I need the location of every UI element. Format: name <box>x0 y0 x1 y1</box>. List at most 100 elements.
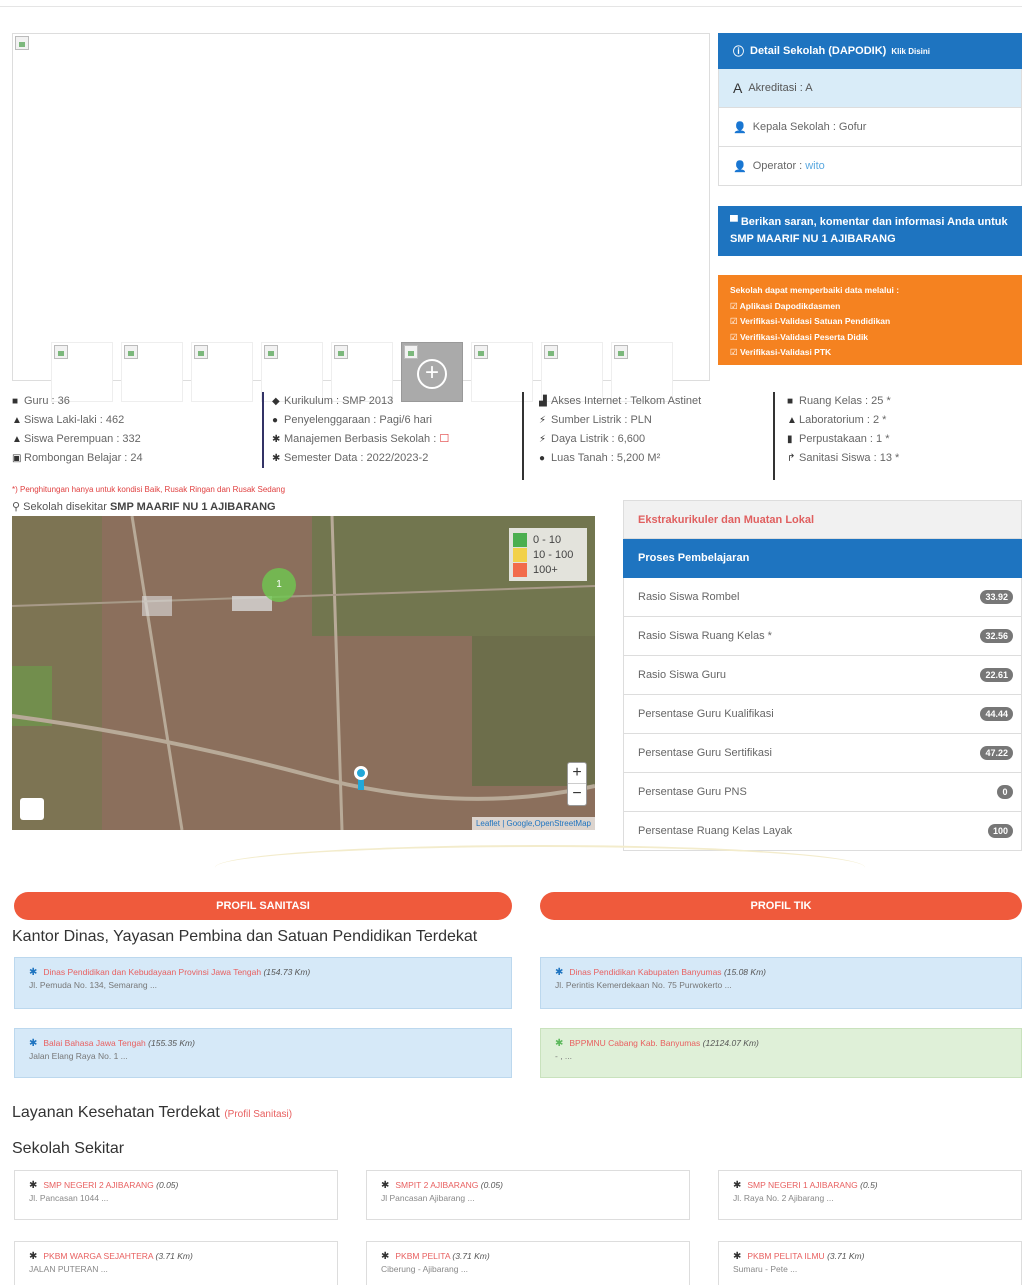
book-icon: ▮ <box>787 434 793 445</box>
gear-icon: ✱ <box>381 1251 390 1262</box>
process-row: Persentase Guru Kualifikasi 44.44 <box>623 695 1022 734</box>
distance: (3.71 Km) <box>452 1251 490 1261</box>
nearby-label-text: Sekolah disekitar <box>23 501 110 513</box>
akreditasi-item: A Akreditasi : A <box>718 69 1022 108</box>
stat-siswa-laki: ▲ Siswa Laki-laki : 462 <box>12 411 143 430</box>
legend-label: 0 - 10 <box>533 533 562 546</box>
school-link[interactable]: SMPIT 2 AJIBARANG <box>395 1180 478 1190</box>
kesehatan-title-text: Layanan Kesehatan Terdekat <box>12 1104 225 1121</box>
feedback-box[interactable]: ▀ Berikan saran, komentar dan informasi … <box>718 206 1022 256</box>
yayasan-card: ✱ BPPMNU Cabang Kab. Banyumas (12124.07 K… <box>540 1028 1022 1078</box>
shower-icon: ↱ <box>787 453 796 464</box>
school-cluster-marker[interactable]: 1 <box>262 568 296 602</box>
address: Jl. Perintis Kemerdekaan No. 75 Purwoker… <box>555 980 732 990</box>
checkbox-icon: ☐ <box>439 433 450 445</box>
bolt-icon: ⚡ <box>539 415 547 426</box>
globe-icon: ● <box>272 415 279 426</box>
legend-label: 10 - 100 <box>533 548 574 561</box>
update-info-item[interactable]: ☑ Verifikasi-Validasi Peserta Didik <box>730 330 1010 346</box>
process-row: Rasio Siswa Ruang Kelas * 32.56 <box>623 617 1022 656</box>
update-info-item[interactable]: ☑ Aplikasi Dapodikdasmen <box>730 299 1010 315</box>
map-attribution[interactable]: Leaflet | Google,OpenStreetMap <box>471 817 595 830</box>
process-label: Rasio Siswa Guru <box>638 669 727 681</box>
gear-icon: ✱ <box>272 434 281 445</box>
legend-item: 100+ <box>513 562 583 577</box>
kantor-link[interactable]: Dinas Pendidikan dan Kebudayaan Provinsi… <box>43 967 261 977</box>
legend-swatch <box>513 562 527 577</box>
zoom-plus-icon[interactable]: + <box>417 359 447 389</box>
operator-label: Operator : <box>752 160 803 172</box>
map-layer-button[interactable] <box>20 798 44 820</box>
school-location-pin-icon[interactable] <box>354 766 368 780</box>
kepala-sekolah-item: 👤 Kepala Sekolah : Gofur <box>718 108 1022 147</box>
stats-column-curriculum: ◆ Kurikulum : SMP 2013 ● Penyelenggaraan :… <box>262 392 449 468</box>
broken-image-icon <box>614 345 628 359</box>
gear-icon: ✱ <box>555 1038 564 1049</box>
gear-icon: ✱ <box>555 967 564 978</box>
main-photo-broken-icon <box>15 36 29 50</box>
profil-sanitasi-link[interactable]: (Profil Sanitasi) <box>224 1109 292 1120</box>
user-icon: 👤 <box>733 121 747 134</box>
stat-value: Perpustakaan : 1 * <box>799 433 890 445</box>
gear-icon: ✱ <box>29 1038 38 1049</box>
stat-value: Manajemen Berbasis Sekolah : <box>284 433 440 445</box>
proses-tab[interactable]: Proses Pembelajaran <box>623 539 1022 578</box>
graduation-cap-icon: ◆ <box>272 396 280 407</box>
yayasan-link[interactable]: BPPMNU Cabang Kab. Banyumas <box>569 1038 700 1048</box>
nearby-school-card: ✱ PKBM PELITA ILMU (3.71 Km) Sumaru - Pet… <box>718 1241 1022 1285</box>
process-row: Persentase Guru Sertifikasi 47.22 <box>623 734 1022 773</box>
address: Ciberung - Ajibarang ... <box>381 1264 468 1274</box>
dapodik-click-link[interactable]: Klik Disini <box>891 47 930 56</box>
profil-tik-button[interactable]: PROFIL TIK <box>540 892 1022 920</box>
stat-mbs: ✱ Manajemen Berbasis Sekolah : ☐ <box>272 430 449 449</box>
nearby-school-card: ✱ SMP NEGERI 2 AJIBARANG (0.05) Jl. Panca… <box>14 1170 338 1220</box>
address: Sumaru - Pete ... <box>733 1264 798 1274</box>
broken-image-icon <box>54 345 68 359</box>
stat-value: Ruang Kelas : 25 * <box>799 395 891 407</box>
school-link[interactable]: PKBM WARGA SEJAHTERA <box>43 1251 153 1261</box>
process-label: Persentase Ruang Kelas Layak <box>638 825 793 837</box>
school-link[interactable]: SMP NEGERI 1 AJIBARANG <box>747 1180 857 1190</box>
square-icon: ■ <box>787 396 794 407</box>
operator-link[interactable]: wito <box>805 160 825 172</box>
update-info-item-label: Verifikasi-Validasi PTK <box>739 347 832 357</box>
kantor-link[interactable]: Balai Bahasa Jawa Tengah <box>43 1038 145 1048</box>
ekskul-tab[interactable]: Ekstrakurikuler dan Muatan Lokal <box>623 500 1022 539</box>
school-map[interactable]: 1 0 - 10 10 - 100 100+ + − Leaflet | Goo… <box>12 516 595 830</box>
stat-penyelenggaraan: ● Penyelenggaraan : Pagi/6 hari <box>272 411 449 430</box>
update-info-item[interactable]: ☑ Verifikasi-Validasi PTK <box>730 345 1010 361</box>
zoom-in-button[interactable]: + <box>568 763 586 784</box>
school-link[interactable]: SMP NEGERI 2 AJIBARANG <box>43 1180 153 1190</box>
stat-siswa-perempuan: ▲ Siswa Perempuan : 332 <box>12 430 143 449</box>
zoom-out-button[interactable]: − <box>568 784 586 805</box>
stat-value: Penyelenggaraan : Pagi/6 hari <box>284 414 432 426</box>
nearby-schools-label: ⚲ Sekolah disekitar SMP MAARIF NU 1 AJIB… <box>12 500 276 513</box>
feedback-text: Berikan saran, komentar dan informasi An… <box>740 216 1008 228</box>
profil-sanitasi-button[interactable]: PROFIL SANITASI <box>14 892 512 920</box>
address: Jl. Pancasan 1044 ... <box>29 1193 109 1203</box>
stat-value: Siswa Laki-laki : 462 <box>24 414 125 426</box>
stat-value: Guru : 36 <box>24 395 70 407</box>
distance: (0.05) <box>156 1180 179 1190</box>
legend-item: 0 - 10 <box>513 532 583 547</box>
process-label: Persentase Guru Kualifikasi <box>638 708 774 720</box>
process-badge: 44.44 <box>980 707 1013 721</box>
update-info-item-label: Verifikasi-Validasi Peserta Didik <box>739 331 869 342</box>
stat-value: Kurikulum : SMP 2013 <box>284 395 394 407</box>
user-icon: ■ <box>12 396 19 407</box>
school-link[interactable]: PKBM PELITA <box>395 1251 450 1261</box>
kantor-link[interactable]: Dinas Pendidikan Kabupaten Banyumas <box>569 967 721 977</box>
gallery-thumb[interactable] <box>191 342 253 402</box>
stat-value: Siswa Perempuan : 332 <box>24 433 141 445</box>
legend-label: 100+ <box>533 563 558 576</box>
dapodik-detail-link[interactable]: ⓘ Detail Sekolah (DAPODIK) Klik Disini <box>718 33 1022 69</box>
school-link[interactable]: PKBM PELITA ILMU <box>747 1251 824 1261</box>
legend-swatch <box>513 547 527 562</box>
broken-image-icon <box>544 345 558 359</box>
satellite-image <box>12 516 595 830</box>
school-detail-list: ⓘ Detail Sekolah (DAPODIK) Klik Disini A… <box>718 33 1022 186</box>
kantor-card: ✱ Dinas Pendidikan dan Kebudayaan Provins… <box>14 957 512 1009</box>
gear-icon: ✱ <box>272 453 281 464</box>
update-info-item[interactable]: ☑ Verifikasi-Validasi Satuan Pendidikan <box>730 314 1010 330</box>
distance: (15.08 Km) <box>723 967 766 977</box>
